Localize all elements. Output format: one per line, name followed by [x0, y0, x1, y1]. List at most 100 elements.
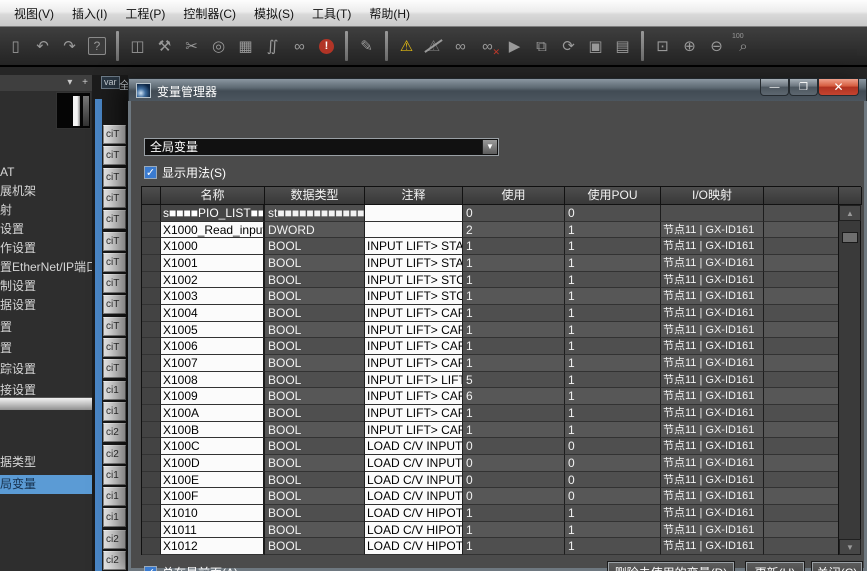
- transfer-from-controller-icon[interactable]: ▤: [609, 33, 636, 59]
- sidebar-item-data-types[interactable]: 据类型: [0, 453, 92, 472]
- comment-cell[interactable]: [365, 222, 463, 239]
- search-icon[interactable]: ∞: [286, 33, 313, 59]
- show-usage-checkbox[interactable]: ✓ 显示用法(S): [144, 164, 226, 181]
- background-row-cell[interactable]: ciT: [103, 125, 126, 144]
- background-row-cell[interactable]: ciT: [103, 232, 126, 251]
- vertical-scrollbar[interactable]: ▲ ▼: [838, 205, 860, 555]
- comment-cell[interactable]: INPUT LIFT> CARR: [365, 338, 463, 355]
- comment-cell[interactable]: INPUT LIFT> STOP: [365, 288, 463, 305]
- background-row-cell[interactable]: ci1: [103, 508, 126, 527]
- name-cell[interactable]: X100E: [161, 472, 265, 489]
- scroll-up-icon[interactable]: ▲: [839, 205, 861, 221]
- name-cell[interactable]: X1010: [161, 505, 265, 522]
- background-row-cell[interactable]: ciT: [103, 189, 126, 208]
- datatype-cell[interactable]: BOOL: [265, 472, 365, 489]
- go-online-icon[interactable]: ⚠: [393, 33, 420, 59]
- comment-cell[interactable]: INPUT LIFT> STAG: [365, 255, 463, 272]
- name-cell[interactable]: X1002: [161, 272, 265, 289]
- background-row-cell[interactable]: ci2: [103, 423, 126, 442]
- datatype-cell[interactable]: BOOL: [265, 255, 365, 272]
- datatype-cell[interactable]: BOOL: [265, 405, 365, 422]
- sidebar-item-1[interactable]: 展机架: [0, 182, 92, 201]
- scope-combobox[interactable]: 全局变量 ▼: [144, 138, 499, 156]
- comment-cell[interactable]: LOAD C/V INPUT V: [365, 455, 463, 472]
- sidebar-item-3[interactable]: 设置: [0, 220, 92, 239]
- menu-item-S[interactable]: 模拟(S): [245, 1, 303, 26]
- background-row-cell[interactable]: ciT: [103, 338, 126, 357]
- datatype-cell[interactable]: BOOL: [265, 438, 365, 455]
- sidebar-item-6[interactable]: 制设置: [0, 277, 92, 296]
- io-watch-icon[interactable]: ∬: [259, 33, 286, 59]
- background-row-cell[interactable]: ciT: [103, 168, 126, 187]
- datatype-cell[interactable]: BOOL: [265, 505, 365, 522]
- rebuild-icon[interactable]: ✂: [178, 33, 205, 59]
- comment-cell[interactable]: INPUT LIFT> STAG: [365, 238, 463, 255]
- background-row-cell[interactable]: ci1: [103, 466, 126, 485]
- menu-item-C[interactable]: 控制器(C): [174, 1, 245, 26]
- transfer-to-controller-icon[interactable]: ▣: [582, 33, 609, 59]
- error-list-icon[interactable]: !: [313, 33, 340, 59]
- menu-item-V[interactable]: 视图(V): [5, 1, 63, 26]
- background-row-cell[interactable]: ci1: [103, 487, 126, 506]
- comment-cell[interactable]: INPUT LIFT> CARR: [365, 305, 463, 322]
- dialog-titlebar[interactable]: 变量管理器 — ❐ ✕: [128, 78, 867, 101]
- datatype-cell[interactable]: BOOL: [265, 522, 365, 539]
- scroll-down-icon[interactable]: ▼: [839, 539, 861, 555]
- undo-icon[interactable]: ↶: [29, 33, 56, 59]
- background-row-cell[interactable]: ci2: [103, 530, 126, 549]
- name-cell[interactable]: X1000_Read_input: [161, 222, 265, 239]
- name-cell[interactable]: X100B: [161, 422, 265, 439]
- name-cell[interactable]: X1009: [161, 388, 265, 405]
- edit-mode-icon[interactable]: ✎: [353, 33, 380, 59]
- menu-item-T[interactable]: 工具(T): [303, 1, 360, 26]
- datatype-cell[interactable]: BOOL: [265, 455, 365, 472]
- collapse-arrow-icon[interactable]: ▾: [67, 77, 72, 88]
- sync-icon[interactable]: ⟳: [555, 33, 582, 59]
- datatype-cell[interactable]: BOOL: [265, 322, 365, 339]
- comment-cell[interactable]: LOAD C/V HIPOT_: [365, 505, 463, 522]
- comment-cell[interactable]: INPUT LIFT> CARR: [365, 422, 463, 439]
- watch-window-icon[interactable]: ◎: [205, 33, 232, 59]
- watch-table-icon[interactable]: ▦: [232, 33, 259, 59]
- maximize-button[interactable]: ❐: [789, 79, 818, 96]
- datatype-cell[interactable]: BOOL: [265, 338, 365, 355]
- comment-cell[interactable]: [365, 205, 463, 222]
- monitor-icon[interactable]: ∞: [447, 33, 474, 59]
- menu-item-P[interactable]: 工程(P): [116, 1, 174, 26]
- build-icon[interactable]: ⚒: [151, 33, 178, 59]
- comment-cell[interactable]: INPUT LIFT> CARR: [365, 355, 463, 372]
- comment-cell[interactable]: LOAD C/V INPUT V: [365, 438, 463, 455]
- name-cell[interactable]: X1005: [161, 322, 265, 339]
- comment-cell[interactable]: LOAD C/V INPUT V: [365, 488, 463, 505]
- datatype-cell[interactable]: BOOL: [265, 488, 365, 505]
- name-cell[interactable]: s■■■■PIO_LIST■■■: [161, 205, 265, 222]
- name-cell[interactable]: X1007: [161, 355, 265, 372]
- background-row-cell[interactable]: ci2: [103, 445, 126, 464]
- name-cell[interactable]: X100F: [161, 488, 265, 505]
- zoom-in-icon[interactable]: ⊕: [676, 33, 703, 59]
- background-row-cell[interactable]: ciT: [103, 295, 126, 314]
- name-cell[interactable]: X100D: [161, 455, 265, 472]
- comment-cell[interactable]: INPUT LIFT> LIFT (: [365, 372, 463, 389]
- name-cell[interactable]: X1008: [161, 372, 265, 389]
- background-row-cell[interactable]: ciT: [103, 274, 126, 293]
- delete-icon[interactable]: ▯: [2, 33, 29, 59]
- datatype-cell[interactable]: BOOL: [265, 538, 365, 555]
- background-row-cell[interactable]: ci1: [103, 381, 126, 400]
- datatype-cell[interactable]: BOOL: [265, 288, 365, 305]
- comment-cell[interactable]: INPUT LIFT> CARR: [365, 322, 463, 339]
- minimize-button[interactable]: —: [760, 79, 789, 96]
- menu-item-H[interactable]: 帮助(H): [360, 1, 419, 26]
- close-button[interactable]: ✕: [818, 79, 859, 96]
- comment-cell[interactable]: INPUT LIFT> CARR: [365, 388, 463, 405]
- delete-unused-variables-button[interactable]: 删除未使用的变量(D): [608, 562, 734, 571]
- sidebar-item-4[interactable]: 作设置: [0, 239, 92, 258]
- step-copy-icon[interactable]: ⧉: [528, 33, 555, 59]
- datatype-cell[interactable]: BOOL: [265, 355, 365, 372]
- background-row-cell[interactable]: ci2: [103, 551, 126, 570]
- comment-cell[interactable]: LOAD C/V HIPOT_: [365, 522, 463, 539]
- background-row-cell[interactable]: ciT: [103, 146, 126, 165]
- datatype-cell[interactable]: BOOL: [265, 422, 365, 439]
- name-cell[interactable]: X1012: [161, 538, 265, 555]
- chevron-down-icon[interactable]: ▼: [482, 140, 497, 154]
